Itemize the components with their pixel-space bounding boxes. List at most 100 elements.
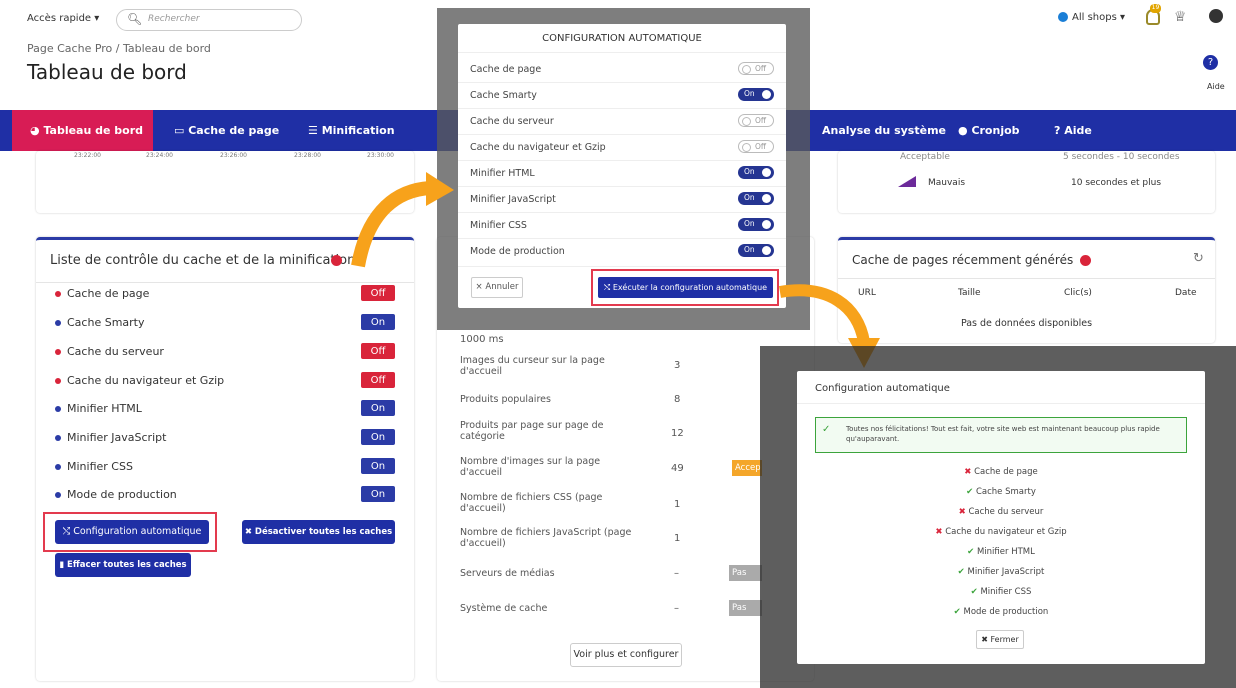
status-badge[interactable]: On xyxy=(361,486,395,502)
analysis-count: 8 xyxy=(674,394,681,405)
status-badge[interactable]: On xyxy=(361,458,395,474)
tab-system-analysis[interactable]: Analyse du système xyxy=(822,110,946,151)
result-item: ✔ Minifier JavaScript xyxy=(957,567,1045,577)
check-icon: ✔ xyxy=(970,587,981,597)
legend-acceptable-value: 5 secondes - 10 secondes xyxy=(1063,152,1180,162)
divider xyxy=(458,134,786,135)
tab-cronjob[interactable]: ● Cronjob xyxy=(958,110,1020,151)
run-config-button[interactable]: ⤭ Exécuter la configuration automatique xyxy=(598,277,773,298)
status-badge[interactable]: Off xyxy=(361,285,395,301)
analysis-label: Système de cache xyxy=(460,603,548,614)
config-label: Cache Smarty xyxy=(470,90,537,101)
status-dot xyxy=(55,435,61,441)
arrow-shaft xyxy=(351,181,431,268)
tab-page-cache[interactable]: ▭ Cache de page xyxy=(174,110,279,151)
status-badge[interactable]: On xyxy=(361,400,395,416)
legend-acceptable: Acceptable xyxy=(900,152,950,162)
config-label: Minifier HTML xyxy=(470,168,535,179)
disable-all-button[interactable]: ✖ Désactiver toutes les caches xyxy=(242,520,395,544)
status-badge: Pas con xyxy=(729,600,762,616)
status-dot xyxy=(55,492,61,498)
check-icon: ✔ xyxy=(957,567,968,577)
bad-triangle-icon xyxy=(898,176,916,187)
tab-minification[interactable]: ☰ Minification xyxy=(308,110,395,151)
close-button[interactable]: ✖ Fermer xyxy=(976,630,1024,649)
auto-config-button[interactable]: ⤭ Configuration automatique xyxy=(55,520,209,544)
config-toggle[interactable]: On xyxy=(738,166,774,179)
auto-config-modal: CONFIGURATION AUTOMATIQUE Cache de page … xyxy=(458,24,786,308)
search-box[interactable]: 🔍︎ Rechercher xyxy=(116,9,302,31)
checklist-item: Cache du serveur xyxy=(55,345,164,358)
tab-dashboard[interactable]: ◕ Tableau de bord xyxy=(12,110,153,151)
status-badge: Accep xyxy=(732,460,762,476)
config-label: Cache de page xyxy=(470,64,542,75)
result-item: ✖ Cache de page xyxy=(964,467,1038,477)
analysis-label: Produits populaires xyxy=(460,394,551,405)
success-message: Toutes nos félicitations! Tout est fait,… xyxy=(846,425,1160,443)
analysis-label: Serveurs de médias xyxy=(460,568,555,579)
result-modal: Configuration automatique ✓ Toutes nos f… xyxy=(797,371,1205,664)
all-shops-menu[interactable]: All shops ▾ xyxy=(1072,12,1125,23)
legend-bad: Mauvais xyxy=(928,178,966,188)
config-toggle[interactable]: Off xyxy=(738,62,774,75)
trophy-icon[interactable]: ♕ xyxy=(1174,9,1187,25)
arrow-icon xyxy=(351,172,454,268)
config-label: Cache du serveur xyxy=(470,116,554,127)
result-item: ✔ Minifier CSS xyxy=(970,587,1032,597)
quick-access-menu[interactable]: Accès rapide ▾ xyxy=(27,13,99,24)
analysis-count: – xyxy=(674,568,679,579)
check-icon: ✓ xyxy=(822,424,831,435)
arrow-head xyxy=(426,172,454,206)
help-label[interactable]: Aide xyxy=(1207,82,1225,91)
analysis-label: Images du curseur sur la page d'accueil xyxy=(460,355,605,377)
status-badge[interactable]: On xyxy=(361,314,395,330)
close-icon: × xyxy=(475,282,486,292)
analysis-value: 1000 ms xyxy=(460,334,504,345)
cancel-button[interactable]: × Annuler xyxy=(471,277,523,298)
cross-icon: ✖ xyxy=(935,527,946,537)
config-toggle[interactable]: On xyxy=(738,218,774,231)
config-toggle[interactable]: On xyxy=(738,244,774,257)
toggle-knob xyxy=(762,246,771,255)
divider xyxy=(458,212,786,213)
speed-legend-card: Acceptable 5 secondes - 10 secondes Mauv… xyxy=(838,151,1215,213)
result-item: ✖ Cache du navigateur et Gzip xyxy=(935,527,1067,537)
toggle-knob xyxy=(742,117,751,126)
config-toggle[interactable]: On xyxy=(738,88,774,101)
search-icon: 🔍︎ xyxy=(127,12,143,26)
analysis-count: 12 xyxy=(671,428,684,439)
config-toggle[interactable]: Off xyxy=(738,114,774,127)
recent-title: Cache de pages récemment générés xyxy=(852,253,1074,267)
status-dot xyxy=(55,464,61,470)
empty-state: Pas de données disponibles xyxy=(960,318,1093,329)
refresh-icon[interactable]: ↻ xyxy=(1193,251,1204,266)
toggle-knob xyxy=(762,168,771,177)
status-badge[interactable]: On xyxy=(361,429,395,445)
config-toggle[interactable]: On xyxy=(738,192,774,205)
status-badge[interactable]: Off xyxy=(361,372,395,388)
divider xyxy=(458,52,786,53)
tab-help[interactable]: ? Aide xyxy=(1054,110,1092,151)
column-header: Taille xyxy=(958,288,981,298)
cross-icon: ✖ xyxy=(958,507,969,517)
analysis-count: 1 xyxy=(674,533,681,544)
user-icon[interactable] xyxy=(1209,9,1223,23)
see-more-button[interactable]: Voir plus et configurer xyxy=(570,643,682,667)
help-icon[interactable]: ? xyxy=(1203,55,1218,70)
checklist-item: Cache Smarty xyxy=(55,316,145,329)
cross-icon: ✖ xyxy=(964,467,975,477)
analysis-count: 3 xyxy=(674,360,681,371)
tab-label: Aide xyxy=(1064,124,1092,137)
analysis-count: 49 xyxy=(671,463,684,474)
toggle-knob xyxy=(742,65,751,74)
status-badge[interactable]: Off xyxy=(361,343,395,359)
status-badge: Pas con xyxy=(729,565,762,581)
checklist-item: Minifier HTML xyxy=(55,402,142,415)
config-toggle[interactable]: Off xyxy=(738,140,774,153)
clear-all-button[interactable]: ▮ Effacer toutes les caches xyxy=(55,553,191,577)
breadcrumb[interactable]: Page Cache Pro / Tableau de bord xyxy=(27,42,211,55)
check-icon: ✔ xyxy=(953,607,964,617)
tab-label: Cache de page xyxy=(188,124,280,137)
page-title: Tableau de bord xyxy=(27,60,187,84)
chart-tick: 23:28:00 xyxy=(294,152,321,159)
